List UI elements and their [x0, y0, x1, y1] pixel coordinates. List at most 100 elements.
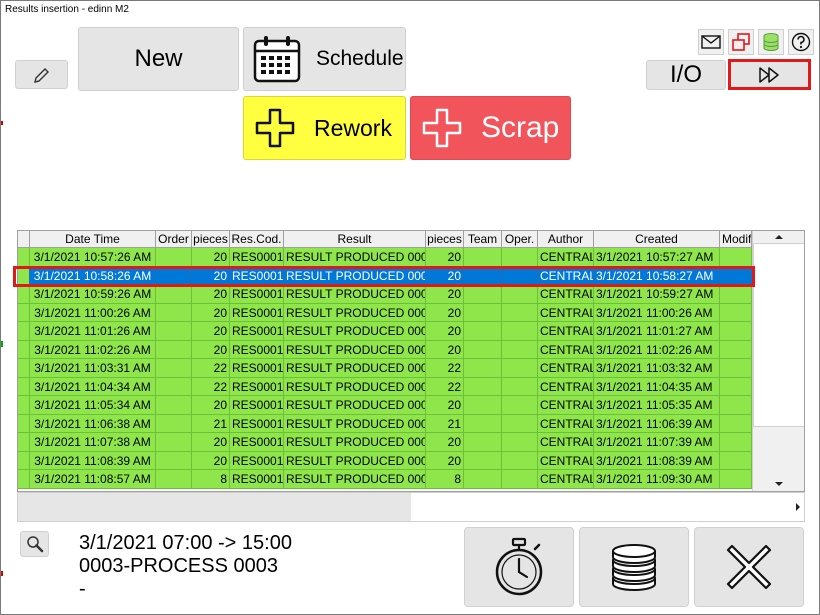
row-indicator[interactable] — [18, 266, 30, 285]
table-cell[interactable]: CENTRAL — [538, 285, 594, 304]
column-header[interactable]: Result — [284, 231, 426, 248]
table-cell[interactable]: RESULT PRODUCED 0001 — [284, 340, 426, 359]
table-cell[interactable]: 20 — [426, 433, 464, 452]
table-cell[interactable]: 3/1/2021 11:01:27 AM — [594, 322, 720, 341]
table-cell[interactable] — [502, 396, 538, 415]
table-cell[interactable]: 20 — [426, 322, 464, 341]
table-cell[interactable]: CENTRAL — [538, 322, 594, 341]
row-indicator[interactable] — [18, 433, 30, 452]
table-cell[interactable] — [156, 414, 192, 433]
table-cell[interactable]: RES0001 — [230, 359, 284, 378]
table-cell[interactable]: RES0001 — [230, 248, 284, 267]
row-indicator[interactable] — [18, 377, 30, 396]
table-cell[interactable] — [464, 451, 502, 470]
table-cell[interactable] — [156, 359, 192, 378]
table-cell[interactable]: 20 — [192, 248, 230, 267]
table-cell[interactable] — [156, 285, 192, 304]
table-cell[interactable] — [502, 266, 538, 285]
table-cell[interactable] — [464, 377, 502, 396]
table-cell[interactable]: 20 — [192, 285, 230, 304]
table-cell[interactable] — [720, 340, 752, 359]
table-cell[interactable] — [464, 414, 502, 433]
results-table[interactable]: Date Time Order pieces Res.Cod. Result p… — [17, 230, 805, 492]
table-cell[interactable]: CENTRAL — [538, 303, 594, 322]
column-header[interactable]: Order — [156, 231, 192, 248]
column-header[interactable]: pieces — [426, 231, 464, 248]
table-cell[interactable] — [156, 433, 192, 452]
new-button[interactable]: New — [78, 27, 239, 91]
table-row[interactable]: 3/1/2021 11:08:39 AM 20 RES0001 RESULT PROD… — [18, 451, 752, 470]
table-row[interactable]: 3/1/2021 11:03:31 AM 22 RES0001 RESULT PROD… — [18, 359, 752, 378]
table-cell[interactable]: 3/1/2021 10:57:26 AM — [30, 248, 156, 267]
table-cell[interactable]: RES0001 — [230, 266, 284, 285]
table-cell[interactable]: RES0001 — [230, 285, 284, 304]
table-cell[interactable]: 20 — [192, 396, 230, 415]
table-row[interactable]: 3/1/2021 10:59:26 AM 20 RES0001 RESULT PROD… — [18, 285, 752, 304]
table-cell[interactable] — [502, 322, 538, 341]
table-cell[interactable]: RES0001 — [230, 451, 284, 470]
table-cell[interactable]: 3/1/2021 11:03:31 AM — [30, 359, 156, 378]
row-indicator[interactable] — [18, 248, 30, 267]
row-indicator[interactable] — [18, 470, 30, 489]
row-indicator[interactable] — [18, 285, 30, 304]
table-cell[interactable]: 3/1/2021 11:01:26 AM — [30, 322, 156, 341]
column-header[interactable]: Modif — [720, 231, 752, 248]
row-indicator[interactable] — [18, 396, 30, 415]
rework-button[interactable]: Rework — [243, 96, 406, 160]
vertical-scrollbar[interactable] — [752, 231, 804, 491]
table-cell[interactable]: 20 — [192, 451, 230, 470]
row-indicator[interactable] — [18, 340, 30, 359]
table-cell[interactable] — [720, 377, 752, 396]
table-cell[interactable]: CENTRAL — [538, 433, 594, 452]
table-cell[interactable] — [720, 266, 752, 285]
table-cell[interactable]: 3/1/2021 11:06:38 AM — [30, 414, 156, 433]
table-cell[interactable]: 21 — [426, 414, 464, 433]
table-cell[interactable]: 20 — [426, 340, 464, 359]
table-cell[interactable]: RESULT PRODUCED 0001 — [284, 303, 426, 322]
table-cell[interactable]: RESULT PRODUCED 0001 — [284, 359, 426, 378]
io-button[interactable]: I/O — [646, 60, 726, 90]
table-cell[interactable]: RESULT PRODUCED 0001 — [284, 248, 426, 267]
table-cell[interactable] — [156, 396, 192, 415]
row-indicator[interactable] — [18, 414, 30, 433]
column-header[interactable]: Created — [594, 231, 720, 248]
horizontal-scroll-track[interactable] — [18, 493, 411, 521]
table-cell[interactable] — [464, 248, 502, 267]
table-cell[interactable] — [464, 359, 502, 378]
table-cell[interactable] — [156, 377, 192, 396]
column-header[interactable]: Oper. — [502, 231, 538, 248]
schedule-button[interactable]: Schedule — [243, 27, 406, 91]
table-cell[interactable] — [502, 470, 538, 489]
table-cell[interactable]: CENTRAL — [538, 377, 594, 396]
table-cell[interactable] — [502, 248, 538, 267]
table-cell[interactable] — [156, 451, 192, 470]
table-cell[interactable] — [720, 470, 752, 489]
table-cell[interactable]: RESULT PRODUCED 0001 — [284, 285, 426, 304]
table-cell[interactable]: CENTRAL — [538, 266, 594, 285]
table-cell[interactable]: RES0001 — [230, 377, 284, 396]
table-cell[interactable]: 3/1/2021 11:00:26 AM — [30, 303, 156, 322]
table-cell[interactable]: 3/1/2021 11:08:39 AM — [594, 451, 720, 470]
table-cell[interactable]: 3/1/2021 11:05:35 AM — [594, 396, 720, 415]
table-cell[interactable]: 3/1/2021 11:05:34 AM — [30, 396, 156, 415]
row-indicator[interactable] — [18, 303, 30, 322]
table-row[interactable]: 3/1/2021 11:06:38 AM 21 RES0001 RESULT PROD… — [18, 414, 752, 433]
table-cell[interactable]: 22 — [426, 359, 464, 378]
scrap-button[interactable]: Scrap — [410, 96, 571, 160]
table-cell[interactable]: 22 — [192, 377, 230, 396]
table-cell[interactable]: RES0001 — [230, 414, 284, 433]
table-cell[interactable] — [502, 359, 538, 378]
table-cell[interactable] — [156, 303, 192, 322]
database-button[interactable] — [758, 29, 784, 55]
table-cell[interactable]: 21 — [192, 414, 230, 433]
table-cell[interactable]: 3/1/2021 11:07:38 AM — [30, 433, 156, 452]
table-cell[interactable] — [720, 322, 752, 341]
table-cell[interactable]: 20 — [192, 322, 230, 341]
table-cell[interactable]: CENTRAL — [538, 396, 594, 415]
table-cell[interactable]: 20 — [426, 285, 464, 304]
table-cell[interactable]: 3/1/2021 11:04:34 AM — [30, 377, 156, 396]
table-cell[interactable]: 3/1/2021 11:06:39 AM — [594, 414, 720, 433]
table-cell[interactable]: 8 — [426, 470, 464, 489]
table-cell[interactable] — [502, 451, 538, 470]
table-cell[interactable]: RESULT PRODUCED 0001 — [284, 322, 426, 341]
